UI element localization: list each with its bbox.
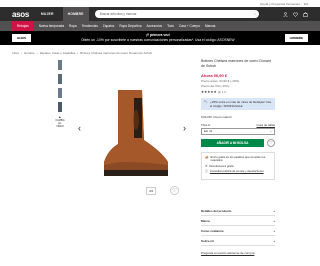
category-item[interactable]: Marcas [205, 24, 215, 28]
search-placeholder: Buscar artículos y marcas [99, 12, 137, 16]
category-item[interactable]: Tendencias [82, 24, 98, 28]
promo-message: ¡Y primera vez! Obtén un -10% por suscri… [81, 33, 235, 42]
chevron-right-icon[interactable]: › [183, 123, 186, 133]
category-item[interactable]: Cara + Cuerpo [179, 24, 200, 28]
truck-icon: 🚚 [205, 154, 209, 159]
product-rrp-2: Precio del IVA (-40%) [201, 83, 230, 88]
breadcrumb-item: Botines Chelsea marrones de cuero Dunant… [80, 51, 153, 55]
flag-icon[interactable]: ES [304, 2, 308, 6]
breadcrumb: Inicio › Hombre › Zapatos, botas y zapatil… [12, 51, 153, 55]
accordion-item[interactable]: Detalles del producto + [201, 206, 275, 216]
wishlist-heart-icon[interactable]: ♡ [267, 138, 275, 147]
thumbnail[interactable] [55, 74, 65, 84]
assistant-link[interactable]: Pregunta a nuestro asistente de compra [201, 251, 275, 255]
category-item[interactable]: Zapatos [103, 24, 115, 28]
save-heart-icon[interactable]: ♡ [170, 186, 179, 195]
bag-icon[interactable] [303, 11, 308, 17]
return-icon: ↺ [205, 163, 208, 168]
promo-left-button[interactable]: HIJOS [12, 34, 32, 42]
tab-men[interactable]: HOMBRE [62, 7, 89, 21]
product-info: Botines Chelsea marrones de cuero Dunant… [201, 59, 275, 180]
size-row: TALLA: Guía de tallas [201, 123, 275, 127]
add-to-bag-button[interactable]: AÑADIR A MI BOLSA [201, 138, 264, 147]
shipping-line: ⓘ Consultar política de envíos y devoluci… [205, 169, 264, 174]
thumbnail[interactable] [55, 88, 65, 98]
promo-code-box: 🏷 ¡-25% extra en más de miles de Rebajas… [201, 97, 275, 110]
info-icon: ⓘ [205, 169, 208, 174]
size-label: TALLA: [201, 122, 211, 127]
product-rrp: Precio antes: 94,90 € (-40%) [201, 78, 240, 83]
size-guide-link[interactable]: Guía de tallas [256, 123, 275, 127]
chevron-down-icon: ⌄ [269, 129, 272, 134]
breadcrumb-item[interactable]: Hombre [24, 51, 35, 55]
heart-icon[interactable] [293, 11, 298, 17]
category-item[interactable]: Rebajas [12, 21, 34, 31]
thumbnail[interactable] [55, 60, 65, 70]
rating[interactable]: ★★★★★ (4) 1.0 [201, 90, 275, 94]
category-item[interactable]: Ropa Deportiva [119, 24, 141, 28]
tab-women[interactable]: MUJER [36, 7, 59, 21]
accordion-item[interactable]: Sobre mí + [201, 236, 275, 246]
promo-right-button[interactable]: HOMBRE [284, 34, 308, 42]
chevron-left-icon[interactable]: ‹ [78, 123, 81, 133]
help-link[interactable]: Ayuda y Preguntas frecuentes [260, 2, 300, 6]
product-price: Ahora 56,90 € [201, 72, 228, 78]
product-image [90, 70, 170, 190]
shipping-box: 🚚 Envío gratis en los pedidos que cumplan… [201, 151, 275, 180]
plus-icon: + [273, 238, 275, 243]
plus-icon: + [273, 208, 275, 213]
video-thumbnail[interactable]: ▶ CAMBIA EL VÍDEO [55, 116, 65, 128]
colour-label: COLOR: Cuero marrón [201, 114, 232, 119]
asos-logo[interactable]: asos [12, 10, 29, 19]
breadcrumb-item[interactable]: Inicio [12, 51, 19, 55]
rating-count: (4) 1.0 [217, 89, 226, 94]
tag-icon: 🏷 [204, 99, 208, 104]
promo-code-text: ¡-25% extra en más de miles de Rebajas! … [209, 99, 272, 108]
shipping-line: 🚚 Envío gratis en los pedidos que cumplan… [205, 154, 266, 163]
size-value: EU 41 [204, 129, 213, 134]
add-row: AÑADIR A MI BOLSA ♡ [201, 138, 275, 147]
category-item[interactable]: Todo [167, 24, 174, 28]
search-input[interactable]: Buscar artículos y marcas ⌕ [94, 10, 259, 18]
video-label: CAMBIA EL VÍDEO [55, 119, 65, 128]
shipping-line: ↺ Devoluciones gratis [205, 163, 234, 168]
search-icon[interactable]: ⌕ [254, 12, 256, 16]
breadcrumb-item[interactable]: Zapatos, botas y zapatillas [40, 51, 76, 55]
promo-line2: Obtén un -10% por suscribirte a nuestras… [81, 38, 235, 42]
accordion: Detalles del producto + Marca + Cómo cuida… [201, 206, 275, 255]
thumbnail[interactable] [55, 102, 65, 112]
account-icon[interactable] [283, 11, 288, 17]
plus-icon: + [273, 228, 275, 233]
category-item[interactable]: Accesorios [146, 24, 162, 28]
product-title: Botines Chelsea marrones de cuero Dunant… [201, 59, 271, 68]
promo-banner: HIJOS ¡Y primera vez! Obtén un -10% por … [0, 31, 320, 45]
photo-count: 4/4 [146, 187, 157, 195]
plus-icon: + [273, 218, 275, 223]
thumbnail-list: ▶ CAMBIA EL VÍDEO [55, 60, 69, 132]
top-nav: asos MUJER HOMBRE Buscar artículos y mar… [0, 7, 320, 21]
rating-stars: ★★★★★ [201, 89, 217, 94]
category-bar: Rebajas Nueva temporada Ropa Tendencias … [0, 21, 320, 31]
utility-bar: Ayuda y Preguntas frecuentes ES [0, 0, 320, 7]
accordion-item[interactable]: Cómo cuidarme + [201, 226, 275, 236]
accordion-item[interactable]: Marca + [201, 216, 275, 226]
size-select[interactable]: EU 41 ⌄ [201, 127, 275, 135]
category-item[interactable]: Nueva temporada [39, 24, 64, 28]
category-item[interactable]: Ropa [69, 24, 77, 28]
